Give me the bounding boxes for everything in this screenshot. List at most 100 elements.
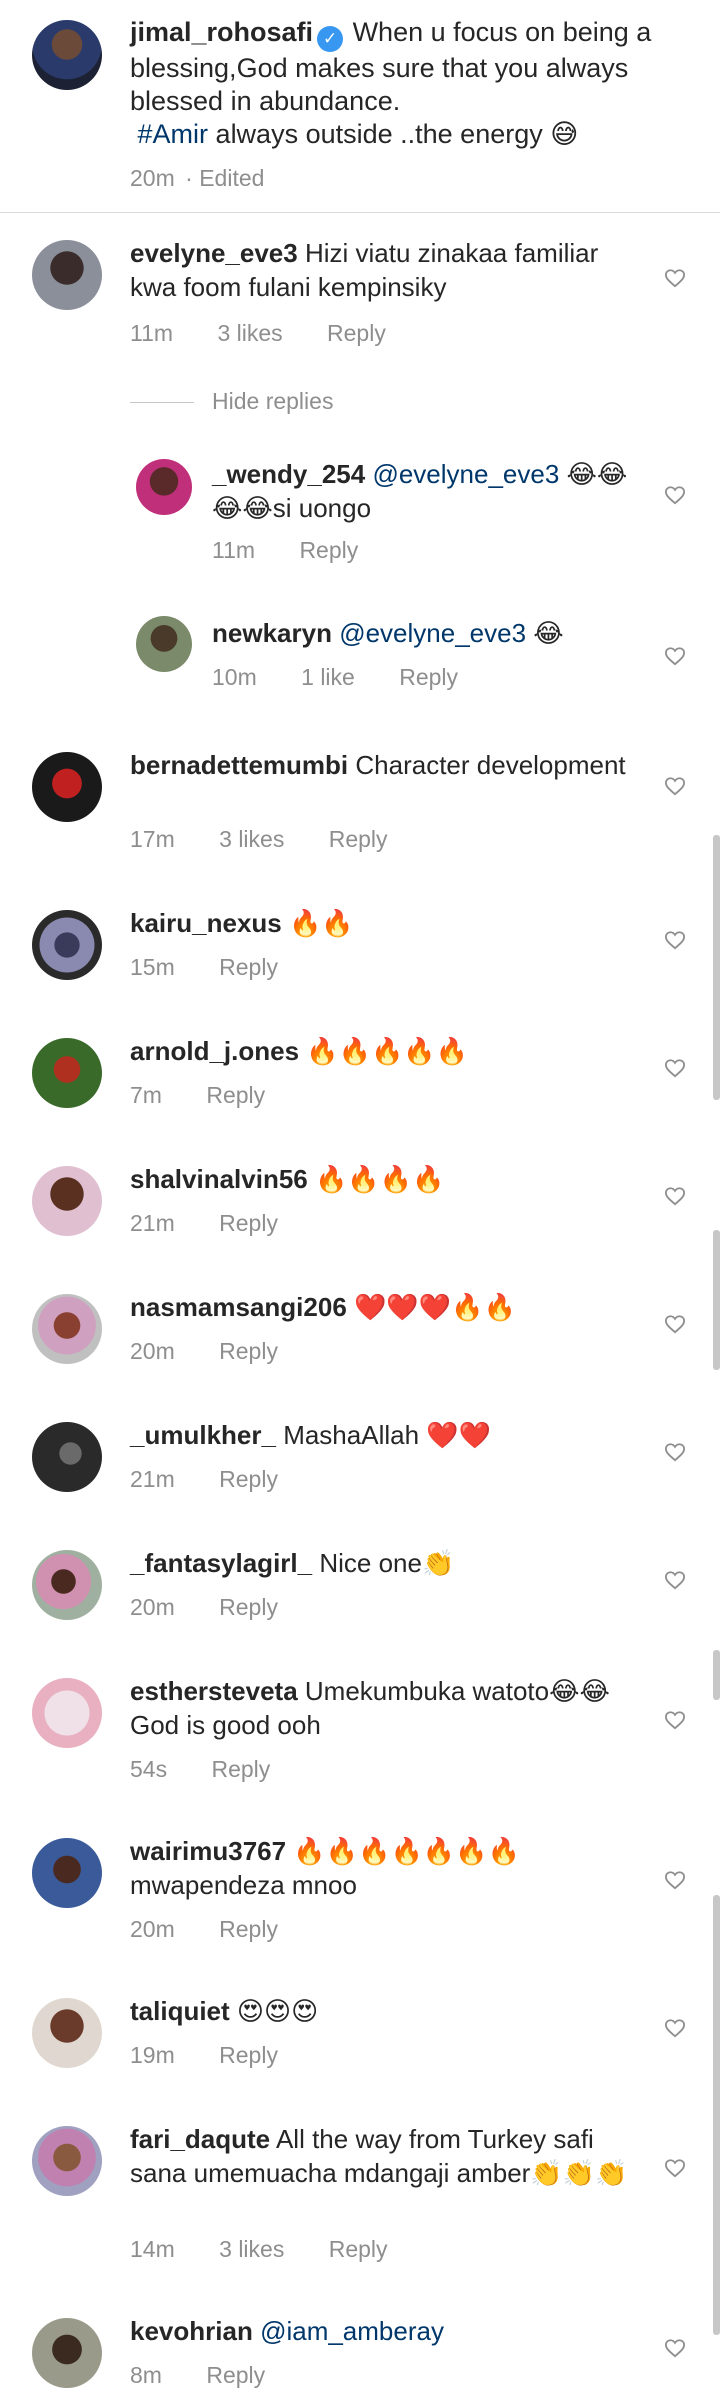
scrollbar-thumb[interactable] <box>713 835 720 1100</box>
comment-time: 11m <box>212 537 256 563</box>
comment-text: Character development <box>355 750 626 780</box>
commenter-avatar[interactable] <box>32 1422 102 1492</box>
commenter-avatar[interactable] <box>136 616 192 672</box>
caption-username[interactable]: jimal_rohosafi <box>130 17 313 47</box>
commenter-username[interactable]: _wendy_254 <box>212 459 365 489</box>
comment-time: 10m <box>212 664 257 690</box>
comment-text: ❤️❤️❤️🔥🔥 <box>354 1292 516 1322</box>
commenter-avatar[interactable] <box>32 752 102 822</box>
comment-text: 🔥🔥 <box>288 908 354 938</box>
heart-outline-icon[interactable] <box>664 1710 686 1730</box>
heart-outline-icon[interactable] <box>664 485 686 505</box>
comment-likes[interactable]: 3 likes <box>217 320 282 346</box>
commenter-avatar[interactable] <box>32 1678 102 1748</box>
comment-time: 20m <box>130 1338 175 1364</box>
comment-mention[interactable]: @evelyne_eve3 <box>372 459 559 489</box>
commenter-username[interactable]: evelyne_eve3 <box>130 238 298 268</box>
scrollbar-thumb[interactable] <box>713 1650 720 1700</box>
commenter-username[interactable]: bernadettemumbi <box>130 750 348 780</box>
hide-replies-line <box>130 402 194 404</box>
commenter-username[interactable]: esthersteveta <box>130 1676 298 1706</box>
reply-button[interactable]: Reply <box>206 1082 265 1108</box>
commenter-avatar[interactable] <box>32 1998 102 2068</box>
commenter-username[interactable]: arnold_j.ones <box>130 1036 299 1066</box>
reply-button[interactable]: Reply <box>219 1210 278 1236</box>
heart-outline-icon[interactable] <box>664 2018 686 2038</box>
reply-button[interactable]: Reply <box>206 2362 265 2388</box>
heart-outline-icon[interactable] <box>664 1314 686 1334</box>
heart-outline-icon[interactable] <box>664 930 686 950</box>
reply-button[interactable]: Reply <box>219 954 278 980</box>
heart-outline-icon[interactable] <box>664 646 686 666</box>
comment-time: 11m <box>130 320 174 346</box>
comment-text: 🔥🔥🔥🔥🔥 <box>306 1036 469 1066</box>
heart-outline-icon[interactable] <box>664 776 686 796</box>
heart-outline-icon[interactable] <box>664 2338 686 2358</box>
commenter-avatar[interactable] <box>32 1838 102 1908</box>
caption-hashtag[interactable]: #Amir <box>138 119 209 149</box>
comment-likes[interactable]: 3 likes <box>219 2236 284 2262</box>
heart-outline-icon[interactable] <box>664 1570 686 1590</box>
commenter-avatar[interactable] <box>32 910 102 980</box>
verified-badge-icon: ✓ <box>317 26 344 52</box>
commenter-username[interactable]: nasmamsangi206 <box>130 1292 347 1322</box>
comment-time: 21m <box>130 1466 175 1492</box>
commenter-avatar[interactable] <box>32 1294 102 1364</box>
commenter-avatar[interactable] <box>32 1038 102 1108</box>
commenter-avatar[interactable] <box>136 459 192 515</box>
heart-outline-icon[interactable] <box>664 1058 686 1078</box>
comment-time: 14m <box>130 2236 175 2262</box>
comment-text: Nice one👏 <box>319 1548 455 1578</box>
reply-button[interactable]: Reply <box>219 1594 278 1620</box>
reply-button[interactable]: Reply <box>219 2042 278 2068</box>
reply-button[interactable]: Reply <box>399 664 458 690</box>
comment-time: 17m <box>130 826 175 852</box>
commenter-username[interactable]: kevohrian <box>130 2316 253 2346</box>
comment-time: 54s <box>130 1756 168 1782</box>
reply-button[interactable]: Reply <box>329 2236 388 2262</box>
reply-button[interactable]: Reply <box>299 537 358 563</box>
scrollbar-thumb[interactable] <box>713 1230 720 1370</box>
comment-text: MashaAllah ❤️❤️ <box>283 1420 492 1450</box>
commenter-avatar[interactable] <box>32 2126 102 2196</box>
commenter-username[interactable]: wairimu3767 <box>130 1836 286 1866</box>
reply-button[interactable]: Reply <box>219 1338 278 1364</box>
commenter-username[interactable]: shalvinalvin56 <box>130 1164 308 1194</box>
heart-outline-icon[interactable] <box>664 1442 686 1462</box>
comment-time: 20m <box>130 1594 175 1620</box>
heart-outline-icon[interactable] <box>664 268 686 288</box>
commenter-username[interactable]: _umulkher_ <box>130 1420 276 1450</box>
comment-time: 21m <box>130 1210 175 1236</box>
commenter-avatar[interactable] <box>32 1550 102 1620</box>
heart-outline-icon[interactable] <box>664 2158 686 2178</box>
commenter-username[interactable]: kairu_nexus <box>130 908 282 938</box>
post-caption: jimal_rohosafi ✓ When u focus on being a … <box>0 0 720 213</box>
comment-mention[interactable]: @iam_amberay <box>260 2316 444 2346</box>
heart-outline-icon[interactable] <box>664 1870 686 1890</box>
comment-likes[interactable]: 3 likes <box>219 826 284 852</box>
hide-replies-toggle[interactable]: Hide replies <box>130 388 333 415</box>
commenter-avatar[interactable] <box>32 2318 102 2388</box>
scrollbar-thumb[interactable] <box>713 1895 720 2335</box>
comment-time: 20m <box>130 1916 175 1942</box>
reply-button[interactable]: Reply <box>219 1916 278 1942</box>
comment-text: 😍😍😍 <box>236 1996 319 2026</box>
reply-button[interactable]: Reply <box>219 1466 278 1492</box>
comment-mention[interactable]: @evelyne_eve3 <box>339 618 526 648</box>
commenter-avatar[interactable] <box>32 1166 102 1236</box>
reply-button[interactable]: Reply <box>211 1756 270 1782</box>
commenter-username[interactable]: fari_daqute <box>130 2124 270 2154</box>
commenter-avatar[interactable] <box>32 240 102 310</box>
reply-button[interactable]: Reply <box>329 826 388 852</box>
caption-edited: Edited <box>199 165 265 191</box>
comment-likes[interactable]: 1 like <box>301 664 355 690</box>
caption-avatar[interactable] <box>32 20 102 90</box>
commenter-username[interactable]: _fantasylagirl_ <box>130 1548 312 1578</box>
comment-time: 7m <box>130 1082 162 1108</box>
hide-replies-label[interactable]: Hide replies <box>212 388 333 414</box>
heart-outline-icon[interactable] <box>664 1186 686 1206</box>
commenter-username[interactable]: newkaryn <box>212 618 332 648</box>
reply-button[interactable]: Reply <box>327 320 386 346</box>
caption-text-2: always outside ..the energy 😅 <box>215 119 579 149</box>
commenter-username[interactable]: taliquiet <box>130 1996 230 2026</box>
